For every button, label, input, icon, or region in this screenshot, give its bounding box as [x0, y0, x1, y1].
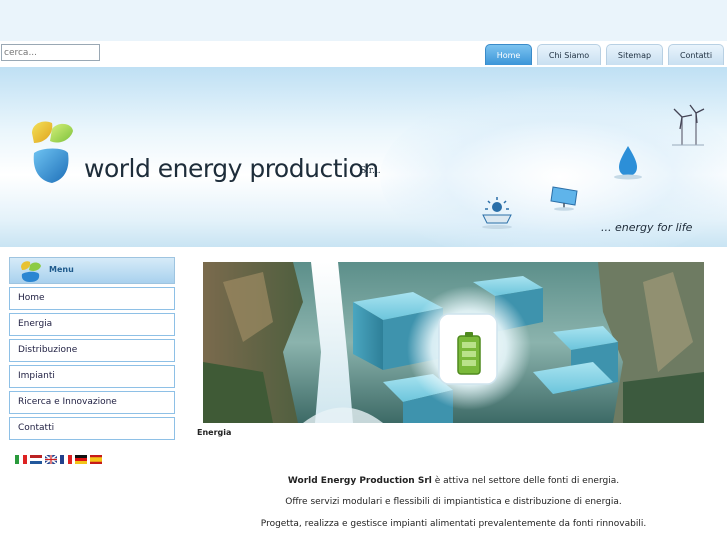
menu-header: Menu	[9, 257, 175, 284]
tagline: ... energy for life	[601, 221, 693, 234]
menu-item-home[interactable]: Home	[9, 287, 175, 310]
intro-line-3: Progetta, realizza e gestisce impianti a…	[260, 519, 647, 529]
menu-item-distribuzione[interactable]: Distribuzione	[9, 339, 175, 362]
flag-fr-icon[interactable]	[60, 455, 72, 464]
tab-contatti[interactable]: Contatti	[668, 44, 724, 65]
tab-home[interactable]: Home	[485, 44, 532, 65]
menu-item-contatti[interactable]: Contatti	[9, 417, 175, 440]
search-input[interactable]	[1, 44, 100, 61]
company-name: World Energy Production Srl	[287, 476, 432, 486]
energia-banner-image	[203, 262, 704, 423]
tab-sitemap[interactable]: Sitemap	[606, 44, 663, 65]
toolbar: Home Chi Siamo Sitemap Contatti	[0, 41, 727, 67]
logo-icon	[32, 121, 73, 183]
menu-item-energia[interactable]: Energia	[9, 313, 175, 336]
flag-es-icon[interactable]	[90, 455, 102, 464]
flag-nl-icon[interactable]	[30, 455, 42, 464]
header-banner: world energy production S.r.l. ... energ…	[0, 67, 727, 247]
menu-title: Menu	[49, 265, 74, 274]
menu-item-impianti[interactable]: Impianti	[9, 365, 175, 388]
intro-line-1-rest: è attiva nel settore delle fonti di ener…	[431, 476, 620, 486]
intro-line-2: Offre servizi modulari e flessibili di i…	[285, 497, 622, 507]
water-drop-icon	[614, 146, 642, 180]
flag-it-icon[interactable]	[15, 455, 27, 464]
flag-en-icon[interactable]	[45, 455, 57, 464]
tab-chi-siamo[interactable]: Chi Siamo	[537, 44, 601, 65]
menu-item-ricerca[interactable]: Ricerca e Innovazione	[9, 391, 175, 414]
flag-de-icon[interactable]	[75, 455, 87, 464]
banner-caption: Energia	[197, 428, 232, 437]
top-strip	[0, 0, 727, 41]
battery-icon	[457, 332, 481, 375]
brand-suffix: S.r.l.	[360, 166, 381, 176]
sun-panel-icon	[482, 197, 512, 229]
solar-panel-icon	[550, 186, 578, 211]
intro-line-1: World Energy Production Srl è attiva nel…	[203, 476, 704, 486]
brand-name: world energy production	[84, 154, 379, 183]
menu-logo-icon	[21, 261, 41, 282]
wind-turbine-icon	[672, 104, 705, 146]
